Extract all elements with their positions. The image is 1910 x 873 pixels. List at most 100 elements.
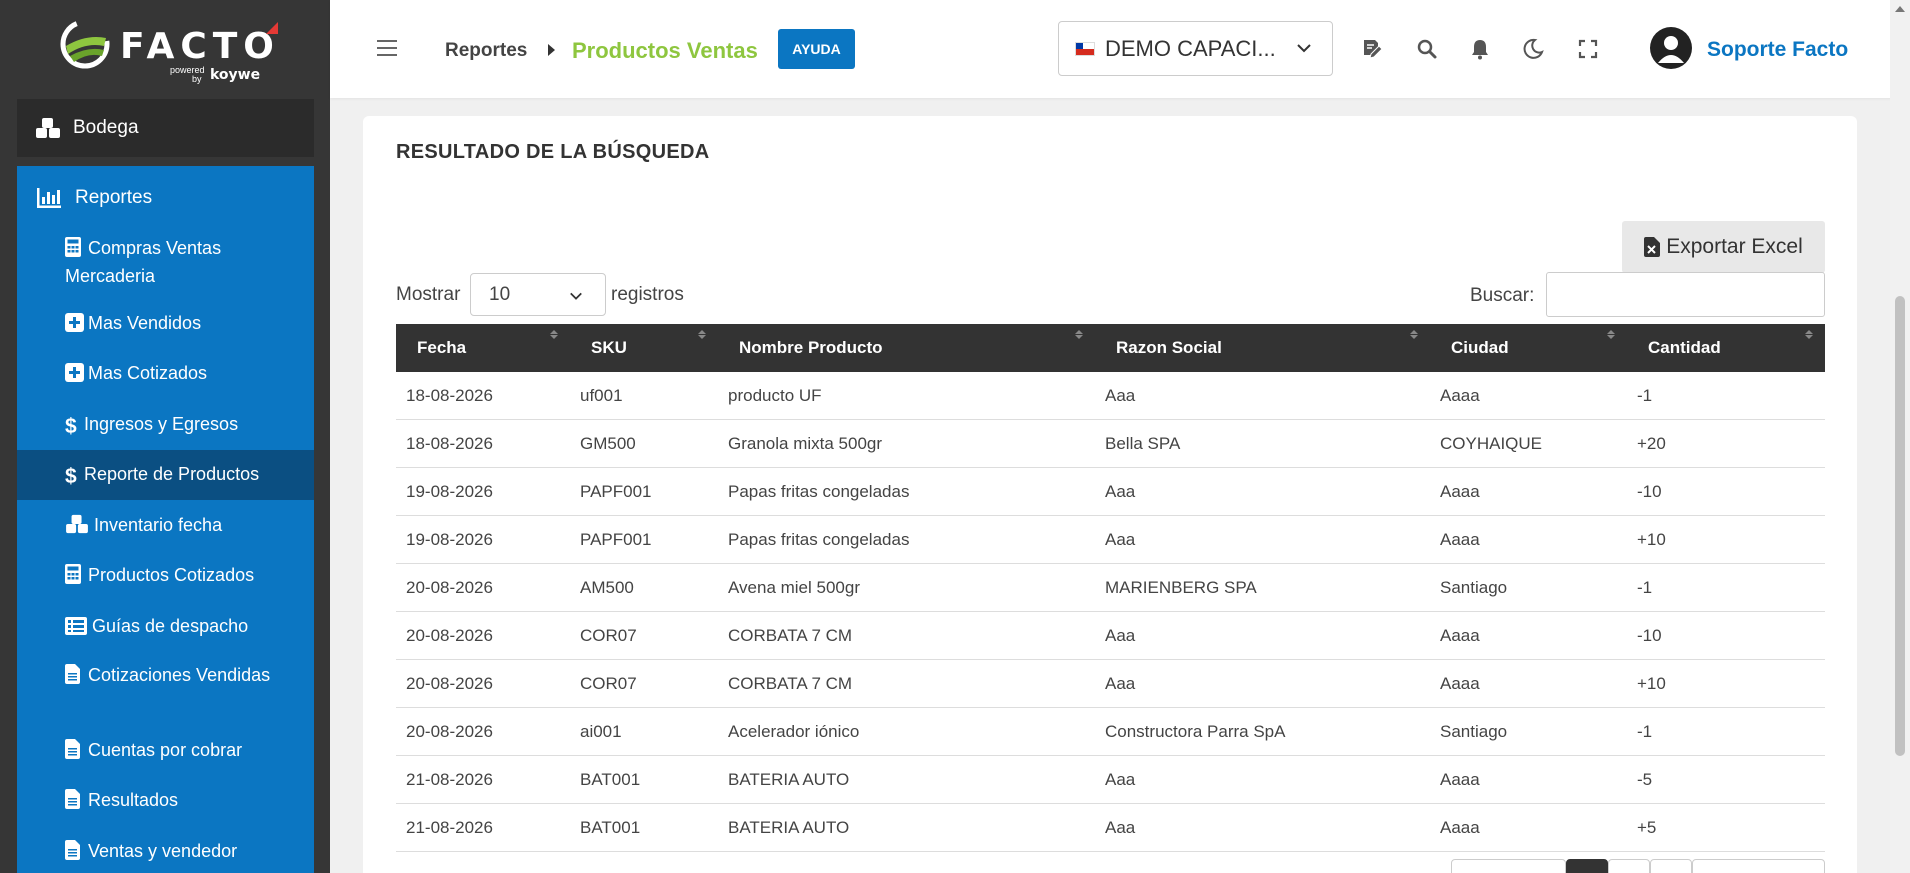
sidebar-item-reportes[interactable]: Reportes (17, 166, 314, 230)
sidebar-item-compras-ventas-mercaderia[interactable]: Compras Ventas Mercaderia (17, 236, 314, 289)
sidebar-item-label: Ventas y vendedor (88, 841, 238, 861)
company-selector[interactable]: DEMO CAPACI... (1058, 21, 1333, 76)
search-input[interactable] (1546, 272, 1825, 317)
search-label: Buscar: (1470, 285, 1535, 306)
sidebar-item-guias-despacho[interactable]: Guías de despacho (17, 614, 314, 642)
sidebar-item-cuentas-cobrar[interactable]: Cuentas por cobrar (17, 738, 314, 766)
help-button[interactable]: AYUDA (778, 29, 855, 69)
pagination-next-button[interactable] (1692, 859, 1825, 873)
pagination-page-button[interactable] (1608, 859, 1650, 873)
edit-document-icon[interactable] (1360, 37, 1384, 61)
sidebar-item-mas-vendidos[interactable]: Mas Vendidos (17, 311, 314, 339)
file-icon (65, 664, 85, 691)
cell-fecha: 18-08-2026 (406, 433, 493, 453)
sidebar-item-label: Cuentas por cobrar (88, 740, 243, 760)
logo-wordmark: FACTO (120, 26, 280, 67)
scrollbar-thumb[interactable] (1895, 296, 1905, 756)
cell-sku: PAPF001 (580, 529, 652, 549)
cell-nombre-producto: producto UF (728, 385, 822, 405)
cell-ciudad: Aaaa (1440, 481, 1480, 501)
sidebar-item-inventario-fecha[interactable]: Inventario fecha (17, 513, 314, 541)
sidebar-item-resultados[interactable]: Resultados (17, 788, 314, 816)
table-row: 21-08-2026 BAT001 BATERIA AUTO Aaa Aaaa +5 (396, 804, 1825, 852)
cell-ciudad: Aaaa (1440, 769, 1480, 789)
calculator-icon (65, 237, 85, 264)
results-table: Fecha SKU Nombre Producto Razon Social C… (396, 324, 1825, 852)
column-header-label: Cantidad (1648, 338, 1721, 357)
sidebar-item-cotizaciones-vendidas[interactable]: Cotizaciones Vendidas (17, 663, 314, 691)
sidebar-item-productos-cotizados[interactable]: Productos Cotizados (17, 563, 314, 591)
results-card: RESULTADO DE LA BÚSQUEDA Exportar Excel … (363, 116, 1857, 873)
cell-razon-social: Constructora Parra SpA (1105, 721, 1286, 741)
cell-fecha: 19-08-2026 (406, 529, 493, 549)
user-name[interactable]: Soporte Facto (1707, 38, 1848, 62)
sidebar-item-label: Guías de despacho (92, 616, 249, 636)
plus-square-icon (65, 313, 85, 339)
sidebar-item-label: Bodega (73, 117, 139, 138)
sidebar-item-label: Inventario fecha (94, 515, 223, 535)
column-header-sku[interactable]: SKU (570, 324, 718, 372)
cell-fecha: 20-08-2026 (406, 673, 493, 693)
breadcrumb-parent[interactable]: Reportes (445, 40, 527, 62)
table-row: 19-08-2026 PAPF001 Papas fritas congeladas… (396, 516, 1825, 564)
sidebar-item-label: Mas Cotizados (88, 363, 208, 383)
user-icon (1658, 36, 1684, 63)
column-header-nombre-producto[interactable]: Nombre Producto (718, 324, 1095, 372)
dark-mode-icon[interactable] (1521, 37, 1545, 61)
cell-ciudad: Aaaa (1440, 385, 1480, 405)
menu-toggle-icon[interactable] (377, 40, 397, 58)
cell-cantidad: -10 (1637, 481, 1662, 501)
avatar[interactable] (1650, 27, 1692, 69)
scroll-up-arrow-icon[interactable] (1895, 6, 1905, 12)
reportes-submenu: Reportes Compras Ventas Mercaderia Mas V… (17, 166, 314, 873)
sidebar-item-label: Ingresos y Egresos (84, 414, 239, 434)
chevron-down-icon (570, 292, 582, 300)
cell-razon-social: MARIENBERG SPA (1105, 577, 1257, 597)
sort-icon (698, 330, 708, 342)
cell-ciudad: Aaaa (1440, 625, 1480, 645)
cell-sku: AM500 (580, 577, 634, 597)
cell-sku: uf001 (580, 385, 623, 405)
cell-nombre-producto: Papas fritas congeladas (728, 481, 910, 501)
cell-nombre-producto: CORBATA 7 CM (728, 673, 853, 693)
column-header-cantidad[interactable]: Cantidad (1627, 324, 1825, 372)
cell-sku: GM500 (580, 433, 636, 453)
export-excel-button[interactable]: Exportar Excel (1622, 221, 1825, 273)
pagination-page-current[interactable] (1566, 859, 1608, 873)
logo-by: by (192, 74, 202, 84)
column-header-label: Nombre Producto (739, 338, 883, 357)
cell-sku: PAPF001 (580, 481, 652, 501)
cell-sku: ai001 (580, 721, 622, 741)
sidebar-item-ingresos-egresos[interactable]: $ Ingresos y Egresos (17, 412, 314, 439)
pagination-page-button[interactable] (1650, 859, 1692, 873)
facto-logo[interactable]: FACTO powered by koywe (58, 16, 280, 84)
sidebar-item-mas-cotizados[interactable]: Mas Cotizados (17, 361, 314, 389)
sidebar-item-label: Resultados (88, 790, 179, 810)
chile-flag-icon (1075, 41, 1095, 56)
file-icon (65, 739, 85, 766)
sidebar-item-label: Cotizaciones Vendidas (88, 665, 271, 685)
sidebar-item-bodega[interactable]: Bodega (17, 99, 314, 157)
sidebar-item-ventas-vendedor[interactable]: Ventas y vendedor (17, 839, 314, 867)
page-length-select[interactable]: 10 (470, 273, 606, 316)
sidebar-item-reporte-productos[interactable]: $ Reporte de Productos (17, 450, 314, 500)
column-header-razon-social[interactable]: Razon Social (1095, 324, 1430, 372)
cell-fecha: 21-08-2026 (406, 817, 493, 837)
cell-fecha: 18-08-2026 (406, 385, 493, 405)
column-header-label: SKU (591, 338, 627, 357)
cell-sku: BAT001 (580, 817, 641, 837)
bell-icon[interactable] (1468, 37, 1492, 61)
cell-nombre-producto: Granola mixta 500gr (728, 433, 883, 453)
cell-ciudad: Santiago (1440, 577, 1508, 597)
pagination-previous-button[interactable] (1451, 859, 1566, 873)
calculator-icon (65, 564, 85, 591)
logo-powered-by: powered by koywe (170, 66, 260, 84)
column-header-fecha[interactable]: Fecha (396, 324, 570, 372)
cell-cantidad: +20 (1637, 433, 1666, 453)
table-row: 20-08-2026 AM500 Avena miel 500gr MARIENBER… (396, 564, 1825, 612)
fullscreen-icon[interactable] (1576, 37, 1600, 61)
search-icon[interactable] (1415, 37, 1439, 61)
cell-cantidad: +10 (1637, 529, 1666, 549)
column-header-ciudad[interactable]: Ciudad (1430, 324, 1627, 372)
cell-ciudad: COYHAIQUE (1440, 433, 1543, 453)
